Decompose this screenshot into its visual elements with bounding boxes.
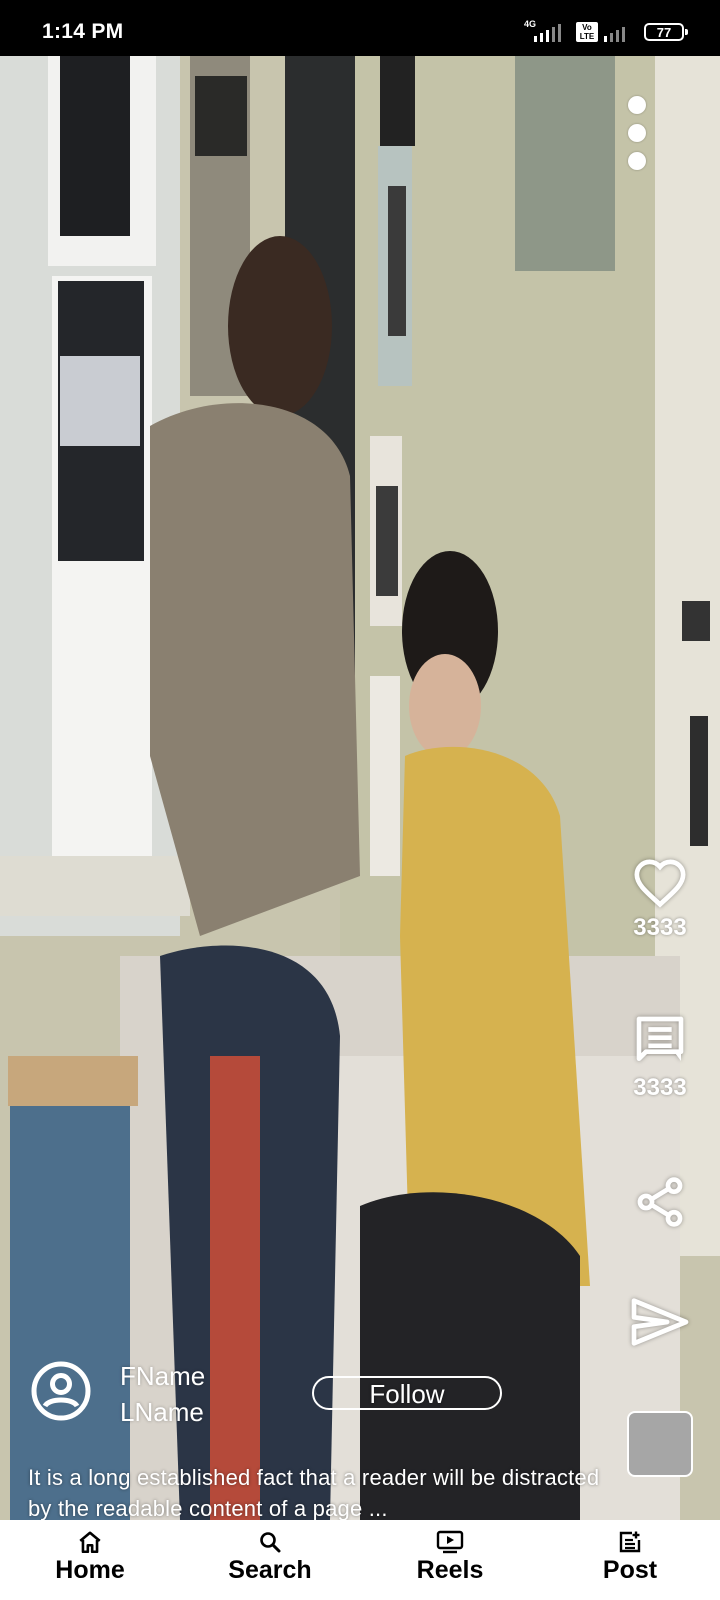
volte-badge: Vo LTE: [576, 22, 598, 42]
video-frame-image: [0, 56, 720, 1520]
send-button[interactable]: [620, 1296, 700, 1348]
author-first-name: FName: [120, 1361, 206, 1391]
send-icon: [631, 1298, 689, 1346]
share-icon: [637, 1177, 683, 1227]
network-type: 4G: [523, 19, 536, 29]
more-vertical-icon: [628, 96, 646, 114]
reel-video[interactable]: [0, 56, 720, 1520]
like-button[interactable]: 3333: [620, 856, 700, 942]
like-count: 3333: [633, 914, 687, 941]
bottom-nav: Home Search Reels Post: [0, 1520, 720, 1600]
audio-thumbnail[interactable]: [627, 1411, 693, 1477]
nav-home[interactable]: Home: [0, 1520, 180, 1600]
nav-search-label: Search: [228, 1556, 312, 1584]
signal-icon-2: [602, 22, 632, 42]
nav-search[interactable]: Search: [180, 1520, 360, 1600]
search-icon: [260, 1532, 281, 1553]
comment-icon: [636, 1016, 684, 1061]
nav-post[interactable]: Post: [540, 1520, 720, 1600]
author-avatar[interactable]: [30, 1360, 92, 1422]
reels-icon: [436, 1530, 464, 1554]
share-button[interactable]: [620, 1172, 700, 1232]
comment-button[interactable]: 3333: [620, 1012, 700, 1102]
post-icon: [619, 1531, 641, 1553]
heart-icon: [634, 859, 686, 908]
status-time: 1:14 PM: [42, 20, 124, 43]
nav-post-label: Post: [602, 1556, 658, 1584]
more-options-button[interactable]: [626, 96, 648, 170]
nav-reels-label: Reels: [416, 1556, 484, 1584]
author-last-name: LName: [120, 1397, 204, 1427]
comment-count: 3333: [633, 1074, 687, 1101]
nav-home-label: Home: [55, 1556, 125, 1584]
status-bar: 1:14 PM 4G Vo LTE 77: [0, 0, 720, 56]
battery-level: 77: [656, 24, 672, 40]
user-circle-icon: [31, 1361, 91, 1421]
home-icon: [79, 1531, 101, 1554]
signal-icon: [532, 22, 566, 42]
nav-reels[interactable]: Reels: [360, 1520, 540, 1600]
status-icons: 4G Vo LTE 77: [523, 19, 688, 44]
author-block: [30, 1360, 92, 1422]
battery-icon: 77: [644, 23, 688, 41]
follow-button[interactable]: Follow: [312, 1376, 502, 1410]
author-name[interactable]: FName LName: [120, 1358, 205, 1430]
reel-caption[interactable]: It is a long established fact that a rea…: [28, 1462, 608, 1524]
